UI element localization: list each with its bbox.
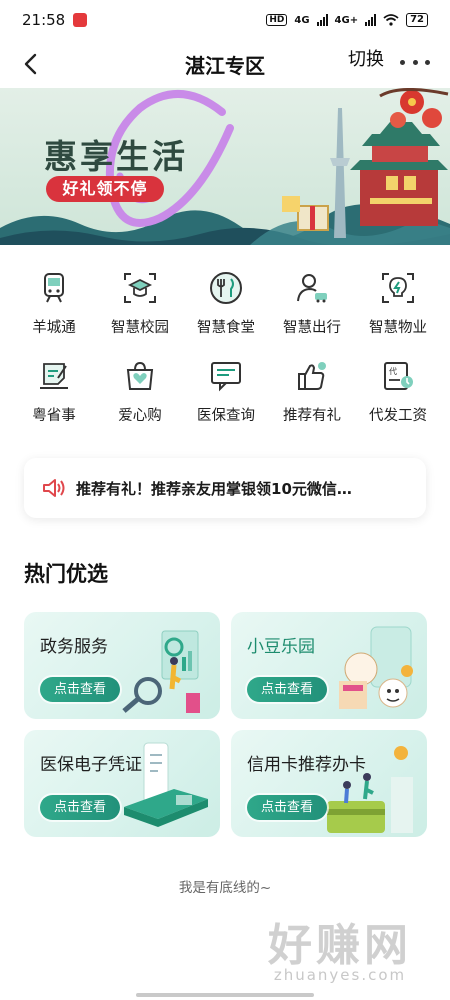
lightbulb-icon	[378, 268, 418, 308]
service-yangchengtong[interactable]: 羊城通	[11, 262, 97, 350]
service-label: 推荐有礼	[283, 408, 341, 424]
more-dot	[400, 59, 405, 65]
section-title: 热门优选	[24, 562, 108, 586]
message-doc-icon	[206, 356, 246, 396]
thumbs-up-icon	[292, 356, 332, 396]
chevron-left-icon	[24, 53, 37, 75]
view-button[interactable]: 点击查看	[247, 677, 327, 702]
service-payroll[interactable]: 代 代发工资	[355, 350, 441, 438]
card-title: 小豆乐园	[247, 637, 315, 657]
card-title: 医保电子凭证	[40, 755, 142, 775]
service-smart-canteen[interactable]: 智慧食堂	[183, 262, 269, 350]
svg-text:代: 代	[389, 366, 397, 376]
service-aixingou[interactable]: 爱心购	[97, 350, 183, 438]
service-referral-gift[interactable]: 推荐有礼	[269, 350, 355, 438]
card-credit-card-referral[interactable]: 信用卡推荐办卡 点击查看	[231, 730, 427, 837]
watermark-main: 好赚网	[268, 920, 412, 971]
service-label: 医保查询	[197, 408, 255, 424]
notice-text: 推荐有礼！推荐亲友用掌银领10元微信…	[76, 479, 352, 498]
card-medical-insurance-voucher[interactable]: 医保电子凭证 点击查看	[24, 730, 220, 837]
status-right: HD 4G 4G+ 72	[266, 13, 428, 27]
signal-icon-2	[365, 14, 377, 26]
service-smart-property[interactable]: 智慧物业	[355, 262, 441, 350]
card-xiaodou-park[interactable]: 小豆乐园 点击查看	[231, 612, 427, 719]
home-indicator[interactable]	[136, 993, 314, 997]
service-medical-query[interactable]: 医保查询	[183, 350, 269, 438]
hd-badge: HD	[266, 14, 288, 26]
service-label: 爱心购	[118, 408, 162, 424]
card-title: 政务服务	[40, 637, 108, 657]
service-label: 代发工资	[369, 408, 427, 424]
promo-banner[interactable]: 惠享生活 好礼领不停	[0, 88, 450, 245]
switch-region-button[interactable]: 切换	[348, 48, 384, 72]
service-label: 粤省事	[32, 408, 76, 424]
service-label: 智慧出行	[283, 320, 341, 336]
service-row: 羊城通 智慧校园 智慧食堂 智慧出行 智慧物业	[0, 262, 450, 350]
notice-bar[interactable]: 推荐有礼！推荐亲友用掌银领10元微信…	[24, 458, 426, 518]
nav-bar: 湛江专区 切换	[0, 40, 450, 88]
service-label: 智慧物业	[369, 320, 427, 336]
speaker-icon	[43, 479, 65, 497]
graduation-cap-icon	[120, 268, 160, 308]
document-pen-icon	[34, 356, 74, 396]
view-button[interactable]: 点击查看	[40, 677, 120, 702]
more-dot	[412, 59, 418, 65]
service-label: 智慧食堂	[197, 320, 255, 336]
wifi-icon	[383, 14, 399, 26]
card-government-services[interactable]: 政务服务 点击查看	[24, 612, 220, 719]
view-button[interactable]: 点击查看	[40, 795, 120, 820]
service-grid: 羊城通 智慧校园 智慧食堂 智慧出行 智慧物业 粤省事 爱心购 医保查询 推荐有…	[0, 262, 450, 438]
payroll-doc-icon: 代	[378, 356, 418, 396]
network-label-2: 4G+	[334, 14, 359, 26]
metro-train-icon	[34, 268, 74, 308]
xiaodou-illustration	[339, 626, 413, 709]
view-button[interactable]: 点击查看	[247, 795, 327, 820]
end-of-list-text: 我是有底线的~	[178, 880, 272, 896]
government-illustration	[122, 630, 200, 713]
status-time: 21:58	[22, 11, 66, 29]
fork-knife-icon	[206, 268, 246, 308]
heart-bag-icon	[120, 356, 160, 396]
status-bar: 21:58 HD 4G 4G+ 72	[0, 0, 450, 40]
service-smart-campus[interactable]: 智慧校园	[97, 262, 183, 350]
more-menu-button[interactable]	[400, 50, 430, 74]
network-label-1: 4G	[294, 14, 310, 26]
back-button[interactable]	[14, 48, 46, 80]
watermark: 好赚网 zhuanyes.com	[240, 920, 440, 985]
service-row: 粤省事 爱心购 医保查询 推荐有礼 代 代发工资	[0, 350, 450, 438]
service-smart-travel[interactable]: 智慧出行	[269, 262, 355, 350]
banner-tag: 好礼领不停	[46, 176, 164, 202]
more-dot	[425, 59, 430, 65]
signal-icon	[316, 14, 328, 26]
service-label: 智慧校园	[111, 320, 169, 336]
banner-title: 惠享生活	[44, 137, 188, 176]
status-left: 21:58	[22, 11, 88, 29]
service-label: 羊城通	[32, 320, 76, 336]
notification-app-icon	[73, 13, 88, 27]
service-yueshengshi[interactable]: 粤省事	[11, 350, 97, 438]
card-title: 信用卡推荐办卡	[247, 755, 366, 775]
battery-indicator: 72	[406, 13, 428, 27]
person-car-icon	[292, 268, 332, 308]
